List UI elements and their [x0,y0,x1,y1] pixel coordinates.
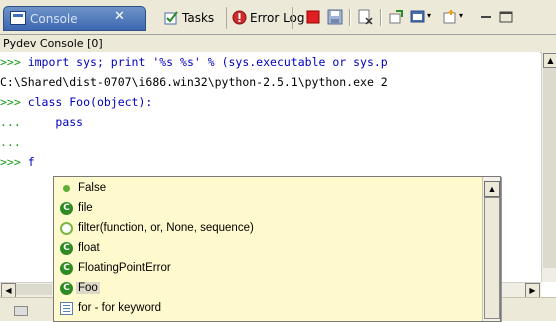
scroll-up-icon[interactable]: ▲ [484,181,500,197]
tab-divider [226,7,227,29]
tasks-icon [164,11,178,25]
toolbar-divider [380,9,382,26]
pin-console-icon[interactable] [388,9,404,25]
minimize-icon[interactable] [478,9,494,25]
class-icon: C [60,262,73,275]
scroll-thumb[interactable] [543,68,556,268]
dot-icon [60,182,73,195]
terminate-icon[interactable] [305,9,321,25]
error-log-icon [232,10,247,25]
tab-tasks-label: Tasks [182,11,215,25]
completion-list: False C file filter(function, or, None, … [54,177,482,321]
class-icon: C [60,282,73,295]
completion-item-filter[interactable]: filter(function, or, None, sequence) [56,219,480,239]
fast-view-icon[interactable] [14,306,28,316]
console-line: >>> import sys; print '%s %s' % (sys.exe… [0,52,388,72]
tab-console-label: Console [30,12,78,26]
console-text: import sys; print '%s %s' % (sys.executa… [20,55,388,69]
clear-console-icon[interactable] [357,9,373,25]
console-prompt: >>> [0,95,21,109]
console-line: >>> f [0,152,35,172]
completion-label: for - for keyword [78,302,162,314]
completion-item-for[interactable]: for - for keyword [56,299,480,319]
console-vertical-scrollbar[interactable]: ▲ [541,52,556,282]
tab-console[interactable]: Console ✕ [3,6,146,31]
console-line: ... [0,132,21,152]
completion-label: False [78,182,107,194]
completion-label: Foo [76,282,100,294]
completion-item-file[interactable]: C file [56,199,480,219]
console-prompt: ... [0,115,21,129]
console-prompt: >>> [0,155,21,169]
display-console-icon[interactable] [410,9,426,25]
console-line: ... pass [0,112,83,132]
console-line: >>> class Foo(object): [0,92,152,112]
scroll-left-icon[interactable]: ◀ [1,283,16,298]
scroll-thumb[interactable] [16,284,52,295]
keyword-icon [60,302,73,315]
tab-error-log-label: Error Log [250,11,305,25]
console-line: C:\Shared\dist-0707\i686.win32\python-2.… [0,72,388,92]
view-tab-bar: Console ✕ Tasks Error Log ▾ ▾ [0,0,556,35]
chevron-down-icon[interactable]: ▾ [427,11,431,20]
tab-tasks[interactable]: Tasks [162,8,224,28]
class-icon: C [60,242,73,255]
chevron-down-icon[interactable]: ▾ [459,11,463,20]
open-console-icon[interactable] [442,9,458,25]
completion-label: float [78,242,100,254]
console-input-text[interactable]: f [21,155,35,169]
console-prompt: ... [0,135,21,149]
completion-item-floatingpointerror[interactable]: C FloatingPointError [56,259,480,279]
completion-scrollbar[interactable]: ▲ [482,177,500,321]
console-text: C:\Shared\dist-0707\i686.win32\python-2.… [0,75,388,89]
scroll-right-icon[interactable]: ▶ [525,283,540,298]
completion-label: FloatingPointError [78,262,171,274]
console-prompt: >>> [0,55,21,69]
console-icon [10,11,26,25]
completion-label: file [78,202,93,214]
toolbar-divider [349,9,351,26]
scroll-up-icon[interactable]: ▲ [543,53,556,68]
function-icon [60,222,73,235]
console-text: class Foo(object): [20,95,153,109]
tab-divider [292,7,293,29]
panel-title: Pydev Console [0] [3,37,103,50]
panel-header: Pydev Console [0] [0,35,556,53]
completion-item-false[interactable]: False [56,179,480,199]
console-text: pass [20,115,84,129]
completion-label: filter(function, or, None, sequence) [78,222,254,234]
class-icon: C [60,202,73,215]
scroll-thumb[interactable] [484,197,500,319]
completion-item-float[interactable]: C float [56,239,480,259]
completion-item-foo[interactable]: C Foo [56,279,480,299]
maximize-icon[interactable] [498,9,514,25]
tab-error-log[interactable]: Error Log [230,8,310,28]
save-icon[interactable] [327,9,343,25]
close-icon[interactable]: ✕ [114,9,125,24]
autocomplete-popup: False C file filter(function, or, None, … [53,176,501,322]
